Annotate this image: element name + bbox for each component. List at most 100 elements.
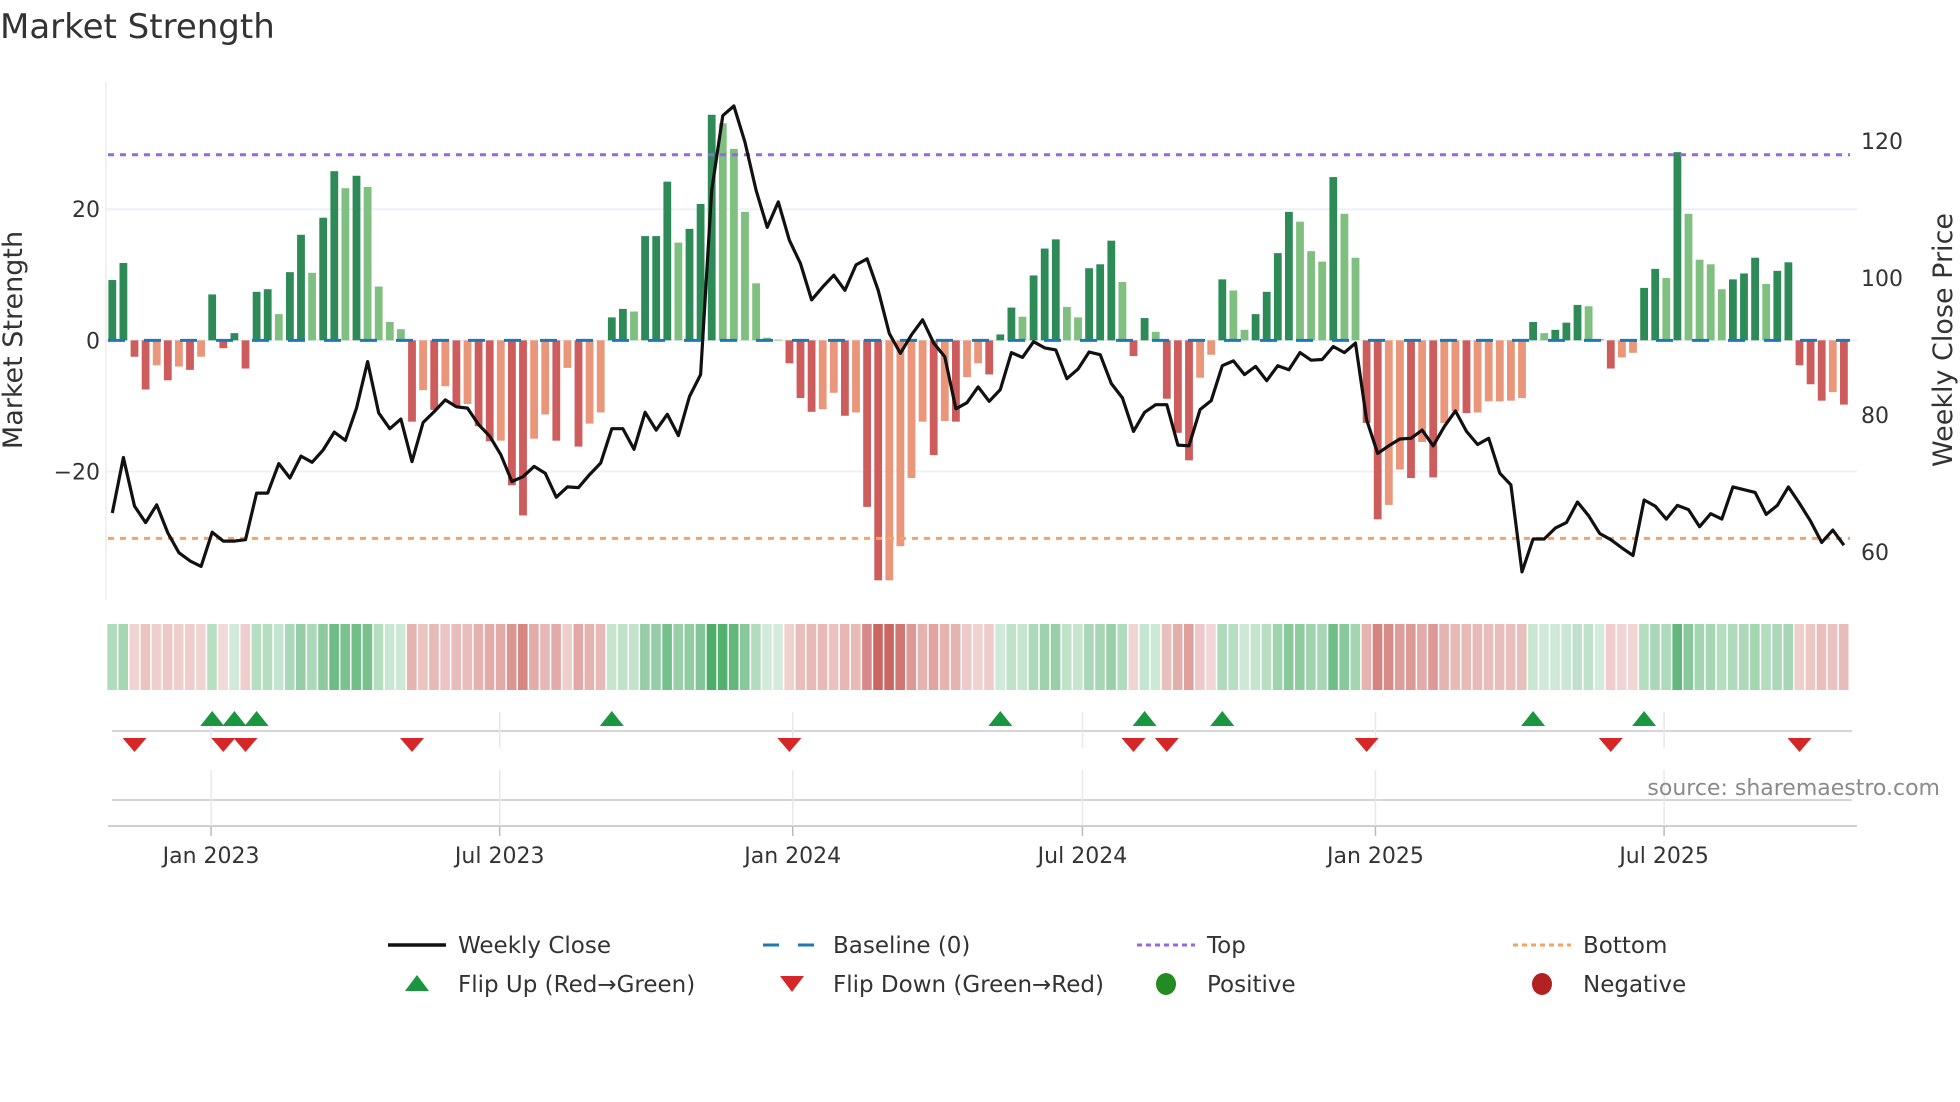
heat-strip-cell bbox=[451, 624, 461, 690]
strength-bar bbox=[1196, 340, 1204, 378]
strength-bar bbox=[286, 272, 294, 341]
strength-bar bbox=[863, 340, 871, 507]
heat-strip-cell bbox=[1772, 624, 1782, 690]
strength-bar bbox=[463, 340, 472, 404]
strength-bar bbox=[1373, 340, 1382, 520]
heat-strip-cell bbox=[1683, 624, 1694, 690]
flip-up-marker bbox=[988, 711, 1013, 726]
market-strength-chart: Market Strength 20 0 −20 120 100 80 60 Market… bbox=[0, 7, 1959, 998]
legend-label: Flip Up (Red→Green) bbox=[458, 972, 695, 998]
heat-strip-cell bbox=[1517, 624, 1527, 690]
heat-strip-cell bbox=[1528, 624, 1538, 690]
heat-strip-cell bbox=[1616, 624, 1627, 690]
strength-bar bbox=[730, 148, 738, 341]
heat-strip-cell bbox=[1128, 624, 1139, 690]
x-tick-label: Jan 2025 bbox=[1325, 844, 1424, 869]
legend-item: Flip Up (Red→Green) bbox=[405, 972, 695, 998]
heat-strip-cell bbox=[939, 624, 950, 690]
heat-strip-cell bbox=[107, 624, 117, 690]
strength-bar bbox=[208, 294, 217, 341]
strength-bar bbox=[1684, 213, 1693, 341]
heat-strip-cell bbox=[1228, 624, 1238, 690]
strength-bar bbox=[1540, 333, 1549, 341]
strength-bar bbox=[841, 340, 849, 416]
strength-bar bbox=[907, 340, 916, 479]
strength-bar bbox=[130, 340, 139, 357]
heat-strip-cell bbox=[1017, 624, 1028, 690]
heat-strip-cell bbox=[384, 624, 395, 690]
heat-strip-cell bbox=[717, 624, 728, 690]
heat-strip-cell bbox=[573, 624, 584, 690]
heat-strip-cell bbox=[851, 624, 861, 690]
strength-bar bbox=[1162, 340, 1171, 399]
strength-bars bbox=[108, 114, 1848, 581]
heat-strip-cell bbox=[1272, 624, 1283, 690]
strength-bar bbox=[1007, 307, 1016, 341]
strength-bar bbox=[530, 340, 538, 439]
strength-bar bbox=[297, 234, 305, 341]
heat-strip-cell bbox=[1261, 624, 1272, 690]
strength-bar bbox=[1651, 268, 1660, 341]
strength-bar bbox=[785, 340, 794, 364]
y-axis-label: Market Strength bbox=[0, 231, 29, 449]
strength-bar bbox=[829, 340, 838, 393]
heat-strip-cell bbox=[862, 624, 872, 690]
strength-bar bbox=[985, 340, 994, 375]
strength-bar bbox=[408, 340, 416, 422]
heat-strip-cell bbox=[1694, 624, 1705, 690]
heat-strip-cell bbox=[1361, 624, 1372, 690]
strength-bar bbox=[1695, 259, 1704, 341]
heat-strip-cell bbox=[1184, 624, 1194, 690]
x-tick-label: Jan 2024 bbox=[742, 844, 841, 869]
flip-up-marker bbox=[1132, 711, 1157, 726]
strength-bar bbox=[1573, 304, 1582, 341]
strength-bar bbox=[741, 211, 749, 341]
strength-bar bbox=[308, 272, 316, 341]
heat-strip-cell bbox=[373, 624, 384, 690]
heat-strip-cell bbox=[662, 624, 672, 690]
y2-tick-label: 80 bbox=[1861, 404, 1889, 429]
legend: Weekly Close Baseline (0) Top Bottom Flip Up… bbox=[388, 933, 1686, 998]
strength-bar bbox=[1662, 278, 1671, 341]
heat-strip-cell bbox=[1028, 624, 1039, 690]
strength-bar bbox=[1051, 239, 1060, 341]
strength-bar bbox=[1129, 340, 1138, 357]
legend-item: Negative bbox=[1532, 972, 1686, 998]
heat-strip-cell bbox=[962, 624, 972, 690]
heat-strip-cell bbox=[1761, 624, 1771, 690]
heat-strip-cell bbox=[1716, 624, 1727, 690]
y2-tick-label: 100 bbox=[1861, 267, 1903, 292]
heat-strip-cell bbox=[1239, 624, 1250, 690]
heat-strip-cell bbox=[684, 624, 695, 690]
heat-strip-cell bbox=[839, 624, 850, 690]
strength-bar bbox=[1218, 279, 1227, 341]
strength-bar bbox=[619, 308, 627, 341]
heat-strip-cell bbox=[1428, 624, 1438, 690]
legend-label: Flip Down (Green→Red) bbox=[833, 972, 1104, 998]
heat-strip-cell bbox=[751, 624, 761, 690]
strength-bar bbox=[1562, 322, 1571, 341]
strength-bar bbox=[108, 280, 117, 341]
strength-bar bbox=[385, 321, 394, 341]
x-tick-label: Jul 2025 bbox=[1617, 844, 1709, 869]
heat-strip-cell bbox=[1472, 624, 1483, 690]
heat-strip-cell bbox=[1117, 624, 1127, 690]
strength-bar bbox=[1418, 340, 1426, 442]
flip-markers-panel bbox=[108, 711, 1857, 827]
heat-strip-cell bbox=[207, 624, 217, 690]
strength-bar bbox=[541, 340, 550, 415]
legend-item: Positive bbox=[1156, 972, 1296, 998]
strength-bar bbox=[918, 340, 927, 422]
heat-strip-cell bbox=[673, 624, 683, 690]
strength-bar bbox=[252, 291, 261, 341]
strength-bar bbox=[774, 339, 783, 341]
heat-strip-cell bbox=[351, 624, 362, 690]
strength-bar bbox=[1806, 340, 1815, 385]
heat-strip-cell bbox=[562, 624, 572, 690]
strength-bar bbox=[1340, 213, 1349, 341]
strength-bar bbox=[1307, 251, 1315, 341]
flip-down-marker bbox=[211, 738, 236, 752]
heat-strip-cell bbox=[1583, 624, 1594, 690]
strength-bar bbox=[1229, 290, 1238, 341]
heat-strip-cell bbox=[362, 624, 373, 690]
